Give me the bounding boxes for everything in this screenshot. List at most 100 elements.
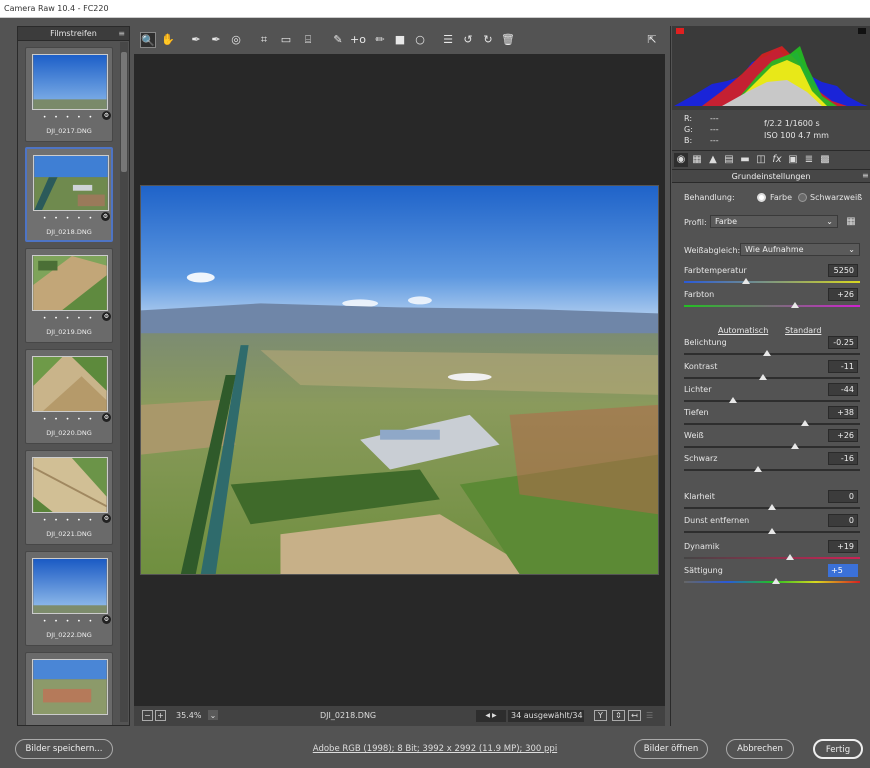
before-after-button[interactable]: Y: [594, 710, 607, 721]
rating-dots[interactable]: • • • • •: [27, 215, 111, 222]
filmstrip-thumb[interactable]: • • • • • ⚙ DJI_0220.DNG: [25, 349, 113, 444]
slider-value-field[interactable]: +38: [828, 406, 858, 419]
slider-handle[interactable]: [771, 578, 780, 584]
filmstrip-thumb[interactable]: • • • • • ⚙ DJI_0219.DNG: [25, 248, 113, 343]
rotate-right-icon[interactable]: ↻: [480, 32, 496, 48]
prev-next-nav[interactable]: ◀ ▶: [476, 710, 506, 722]
fullscreen-icon[interactable]: ⇱: [644, 32, 660, 48]
slider-handle[interactable]: [785, 554, 794, 560]
filmstrip-thumb[interactable]: • • • • • ⚙ DJI_0222.DNG: [25, 551, 113, 646]
slider-handle[interactable]: [790, 302, 799, 308]
next-icon[interactable]: ▶: [492, 712, 497, 719]
slider-value-field[interactable]: 5250: [828, 264, 858, 277]
prev-icon[interactable]: ◀: [485, 712, 490, 719]
calibration-icon[interactable]: ▣: [786, 153, 800, 167]
preview-photo[interactable]: [140, 185, 659, 575]
profile-browser-icon[interactable]: ▦: [844, 215, 858, 229]
slider-track[interactable]: [684, 446, 860, 448]
wb-dropdown[interactable]: Wie Aufnahme ⌄: [740, 243, 860, 256]
slider-value-field[interactable]: 0: [828, 514, 858, 527]
slider-track[interactable]: [684, 353, 860, 355]
slider-value-field[interactable]: +26: [828, 429, 858, 442]
slider-value-field[interactable]: -11: [828, 360, 858, 373]
panel-menu-icon[interactable]: ≡: [862, 171, 869, 180]
target-adjust-icon[interactable]: ◎: [228, 32, 244, 48]
default-button[interactable]: Standard: [785, 326, 821, 335]
crop-icon[interactable]: ⌗: [256, 32, 272, 48]
filmstrip-scrollbar[interactable]: [120, 42, 128, 722]
spot-removal-icon[interactable]: ✎: [330, 32, 346, 48]
slider-track[interactable]: [684, 400, 860, 402]
rating-dots[interactable]: • • • • •: [26, 517, 112, 524]
slider-handle[interactable]: [790, 443, 799, 449]
slider-handle[interactable]: [729, 397, 738, 403]
adjustment-brush-icon[interactable]: ✏: [372, 32, 388, 48]
rating-dots[interactable]: • • • • •: [26, 114, 112, 121]
chevron-down-icon[interactable]: ⌄: [208, 710, 218, 720]
done-button[interactable]: Fertig: [813, 739, 863, 759]
fx-icon[interactable]: fx: [770, 153, 784, 167]
transform-icon[interactable]: ⌸: [300, 32, 316, 48]
slider-handle[interactable]: [768, 504, 776, 510]
slider-value-field[interactable]: +19: [828, 540, 858, 553]
snapshots-icon[interactable]: ▩: [818, 153, 832, 167]
slider-value-field[interactable]: +5: [828, 564, 858, 577]
trash-icon[interactable]: 🗑: [500, 32, 516, 48]
filmstrip-thumb[interactable]: [25, 652, 113, 725]
radio-color[interactable]: [757, 193, 766, 202]
color-sampler-icon[interactable]: ✒: [208, 32, 224, 48]
slider-track[interactable]: [684, 305, 860, 307]
slider-handle[interactable]: [759, 374, 768, 380]
slider-handle[interactable]: [801, 420, 810, 426]
cancel-button[interactable]: Abbrechen: [726, 739, 794, 759]
toggle-settings-icon[interactable]: ☰: [646, 710, 653, 722]
slider-value-field[interactable]: -16: [828, 452, 858, 465]
white-balance-icon[interactable]: ✒: [188, 32, 204, 48]
open-images-button[interactable]: Bilder öffnen: [634, 739, 708, 759]
lens-icon[interactable]: ◫: [754, 153, 768, 167]
slider-value-field[interactable]: -44: [828, 383, 858, 396]
slider-value-field[interactable]: 0: [828, 490, 858, 503]
red-eye-icon[interactable]: +o: [350, 32, 366, 48]
menu-icon[interactable]: ≡: [118, 27, 125, 41]
profile-dropdown[interactable]: Farbe ⌄: [710, 215, 838, 228]
shadow-clip-warning-icon[interactable]: [676, 28, 684, 34]
slider-handle[interactable]: [768, 528, 776, 534]
slider-track[interactable]: [684, 469, 860, 471]
detail-icon[interactable]: ▲: [706, 153, 720, 167]
basic-icon[interactable]: ◉: [674, 153, 688, 167]
straighten-icon[interactable]: ▭: [278, 32, 294, 48]
hand-icon[interactable]: ✋: [160, 32, 176, 48]
slider-handle[interactable]: [753, 466, 762, 472]
graduated-filter-icon[interactable]: ■: [392, 32, 408, 48]
rating-dots[interactable]: • • • • •: [26, 416, 112, 423]
radio-bw[interactable]: [798, 193, 807, 202]
filmstrip-thumb[interactable]: • • • • • ⚙ DJI_0217.DNG: [25, 47, 113, 142]
zoom-out-button[interactable]: −: [142, 710, 153, 721]
copy-settings-icon[interactable]: ↤: [628, 710, 641, 721]
split-toning-icon[interactable]: ▬: [738, 153, 752, 167]
highlight-clip-warning-icon[interactable]: [858, 28, 866, 34]
hsl-icon[interactable]: ▤: [722, 153, 736, 167]
slider-track[interactable]: [684, 377, 860, 379]
presets-list-icon[interactable]: ☰: [440, 32, 456, 48]
zoom-in-button[interactable]: +: [155, 710, 166, 721]
zoom-icon[interactable]: 🔍: [140, 32, 156, 48]
slider-track[interactable]: [684, 281, 860, 283]
filmstrip-thumb-selected[interactable]: • • • • • ⚙ DJI_0218.DNG: [25, 147, 113, 242]
rotate-left-icon[interactable]: ↺: [460, 32, 476, 48]
presets-icon[interactable]: ≣: [802, 153, 816, 167]
scrollbar-thumb[interactable]: [121, 52, 127, 172]
tone-curve-icon[interactable]: ▦: [690, 153, 704, 167]
filmstrip-thumb[interactable]: • • • • • ⚙ DJI_0221.DNG: [25, 450, 113, 545]
slider-handle[interactable]: [741, 278, 750, 284]
swap-icon[interactable]: ⇕: [612, 710, 625, 721]
slider-value-field[interactable]: -0.25: [828, 336, 858, 349]
slider-handle[interactable]: [762, 350, 771, 356]
slider-track[interactable]: [684, 423, 860, 425]
auto-button[interactable]: Automatisch: [718, 326, 768, 335]
rating-dots[interactable]: • • • • •: [26, 315, 112, 322]
slider-value-field[interactable]: +26: [828, 288, 858, 301]
slider-track[interactable]: [684, 557, 860, 559]
radial-filter-icon[interactable]: ○: [412, 32, 428, 48]
